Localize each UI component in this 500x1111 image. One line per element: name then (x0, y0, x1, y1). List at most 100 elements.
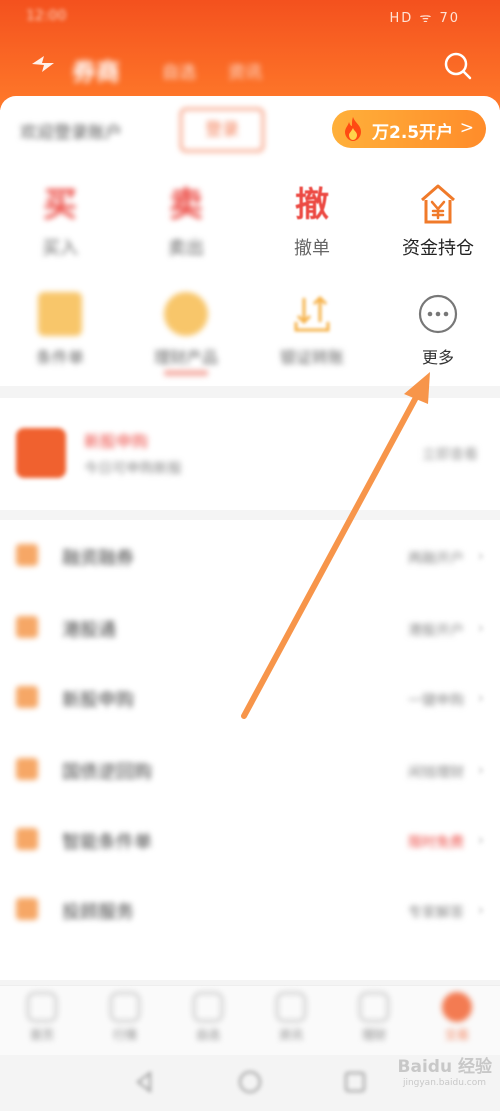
tab-label: 自选 (195, 1028, 220, 1042)
tab-label: 理财 (361, 1028, 386, 1042)
cancel-label: 撤单 (294, 238, 330, 259)
conditional-order-label: 条件单 (35, 348, 84, 367)
status-time: 12:00 (26, 8, 67, 24)
list-item-title: 智能条件单 (62, 832, 152, 853)
account-label: 欢迎登录账户 (20, 123, 122, 143)
list-item-desc: 限时免费 (408, 835, 464, 851)
service-icon (16, 828, 38, 850)
home-button-icon[interactable] (237, 1069, 263, 1095)
trade-icon (442, 992, 472, 1022)
sell-label: 卖出 (168, 238, 204, 259)
list-item[interactable]: 港股通 港股开户 › (0, 592, 500, 662)
list-item-title: 港股通 (62, 620, 116, 641)
list-item-title: 融资融券 (62, 548, 134, 569)
promo-text: 万2.5开户 (372, 123, 454, 143)
buy-button[interactable]: 买 买入 (0, 182, 120, 260)
conditional-order-button[interactable]: 条件单 (0, 292, 120, 368)
home-icon (27, 992, 57, 1022)
baidu-watermark-url: jingyan.baidu.com (402, 1078, 486, 1088)
tab-market[interactable]: 行情 (83, 992, 167, 1043)
cancel-glyph: 撤 (295, 185, 329, 225)
chart-icon (110, 992, 140, 1022)
app-header: 12:00 HD ᯤ 70 券商 自选 资讯 (0, 0, 500, 110)
transfer-icon (294, 295, 330, 332)
funds-holdings-button[interactable]: 资金持仓 (378, 182, 498, 260)
buy-label: 买入 (42, 238, 78, 259)
tab-label: 首页 (29, 1028, 54, 1042)
notice-title: 新股申购 (84, 432, 149, 451)
fire-icon (345, 117, 361, 141)
search-icon[interactable] (442, 50, 474, 82)
tab-trade[interactable]: 交易 (415, 992, 499, 1043)
open-account-promo-button[interactable]: 万2.5开户 > (332, 110, 486, 148)
service-list: 融资融券 两融开户 › 港股通 港股开户 › 新股申购 一键申购 › 国债逆回购… (0, 520, 500, 980)
document-icon (38, 292, 82, 336)
list-item-desc: 一键申购 (408, 693, 464, 709)
service-icon (16, 758, 38, 780)
list-item-title: 国债逆回购 (62, 762, 152, 783)
login-button[interactable]: 登录 (180, 108, 264, 152)
funds-holdings-label: 资金持仓 (402, 238, 474, 259)
top-bar: 券商 自选 资讯 (0, 46, 500, 90)
service-icon (16, 898, 38, 920)
baidu-watermark: Baidu 经验 (397, 1057, 492, 1077)
more-icon (418, 294, 458, 334)
more-label: 更多 (421, 348, 454, 367)
status-icons: HD ᯤ 70 (389, 11, 460, 26)
star-icon (193, 992, 223, 1022)
news-icon (276, 992, 306, 1022)
chevron-right-icon: › (477, 688, 484, 707)
status-bar: 12:00 HD ᯤ 70 (0, 0, 500, 34)
service-icon (16, 544, 38, 566)
trade-card: 欢迎登录账户 登录 万2.5开户 > 买 买入 卖 卖出 撤 撤单 资金持仓 条… (0, 96, 500, 386)
list-item[interactable]: 国债逆回购 闲钱理财 › (0, 734, 500, 804)
list-item-desc: 闲钱理财 (408, 765, 464, 781)
chevron-right-icon: › (477, 618, 484, 637)
sell-button[interactable]: 卖 卖出 (126, 182, 246, 260)
bottom-tab-bar: 首页 行情 自选 资讯 理财 交易 (0, 985, 500, 1055)
nav-link-news[interactable]: 资讯 (228, 58, 262, 83)
list-item-title: 投顾服务 (62, 902, 134, 923)
notice-link[interactable]: 立即查看 (422, 444, 478, 464)
bank-transfer-label: 银证转账 (279, 348, 344, 367)
chevron-right-icon: › (477, 900, 484, 919)
wallet-icon (359, 992, 389, 1022)
tab-label: 资讯 (278, 1028, 303, 1042)
list-item-desc: 专家解答 (408, 905, 464, 921)
list-item-desc: 港股开户 (408, 623, 464, 639)
nav-link-watchlist[interactable]: 自选 (162, 58, 196, 83)
tab-label: 行情 (112, 1028, 137, 1042)
promo-badge (164, 370, 208, 376)
service-icon (16, 686, 38, 708)
cancel-order-button[interactable]: 撤 撤单 (252, 182, 372, 260)
tab-home[interactable]: 首页 (0, 992, 84, 1043)
chevron-right-icon: > (459, 118, 474, 138)
notice-banner[interactable]: 新股申购 今日可申购新股 立即查看 (0, 398, 500, 510)
list-item[interactable]: 智能条件单 限时免费 › (0, 804, 500, 874)
tab-wealth[interactable]: 理财 (332, 992, 416, 1043)
recents-icon[interactable] (342, 1069, 368, 1095)
wealth-products-button[interactable]: 理财产品 (126, 292, 246, 376)
chevron-right-icon: › (477, 546, 484, 565)
yen-house-icon (421, 184, 455, 224)
bank-transfer-button[interactable]: 银证转账 (252, 292, 372, 368)
brand-title: 券商 (72, 58, 120, 86)
list-item-title: 新股申购 (62, 690, 134, 711)
tab-watchlist[interactable]: 自选 (166, 992, 250, 1043)
list-item-desc: 两融开户 (408, 551, 464, 567)
gift-icon (16, 428, 66, 478)
list-item[interactable]: 融资融券 两融开户 › (0, 520, 500, 590)
wallet-icon (164, 292, 208, 336)
chevron-right-icon: › (477, 760, 484, 779)
tab-label: 交易 (444, 1028, 469, 1042)
buy-glyph: 买 (43, 185, 77, 225)
tab-news[interactable]: 资讯 (249, 992, 333, 1043)
list-item[interactable]: 新股申购 一键申购 › (0, 662, 500, 732)
list-item[interactable]: 投顾服务 专家解答 › (0, 874, 500, 944)
notice-subtitle: 今日可申购新股 (84, 461, 182, 477)
service-icon (16, 616, 38, 638)
back-icon[interactable] (132, 1069, 158, 1095)
more-button[interactable]: 更多 (378, 292, 498, 368)
brand-logo-icon (32, 56, 54, 72)
sell-glyph: 卖 (169, 185, 203, 225)
